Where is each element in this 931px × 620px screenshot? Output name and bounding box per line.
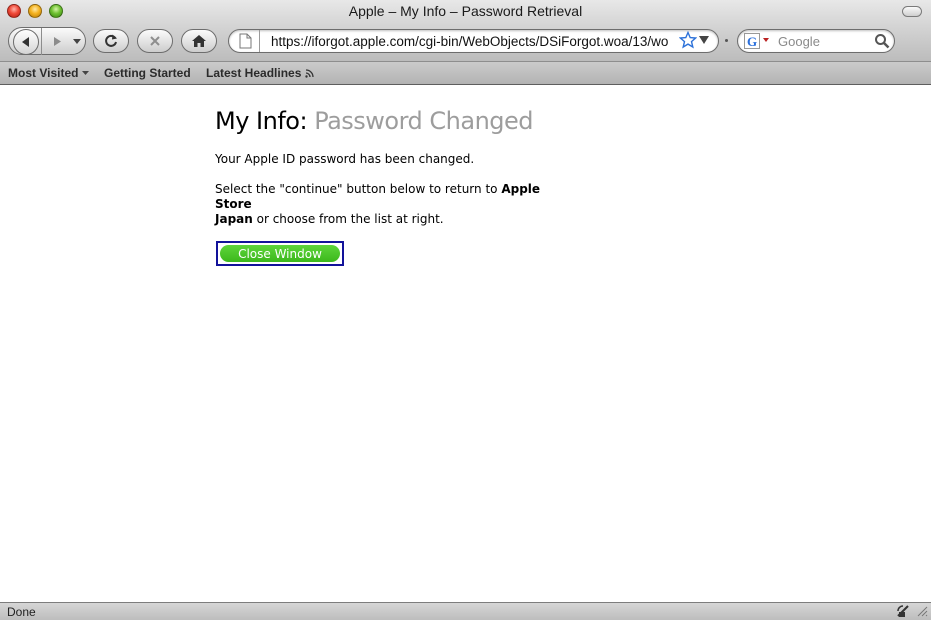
status-bar: Done xyxy=(0,602,931,620)
close-window-button[interactable]: Close Window xyxy=(220,245,340,262)
resize-grip-icon[interactable] xyxy=(917,606,928,617)
bookmarks-toolbar: Most Visited Getting Started Latest Head… xyxy=(0,62,931,85)
history-dropdown-button[interactable] xyxy=(69,28,85,55)
search-icon[interactable] xyxy=(874,33,890,49)
bookmark-getting-started[interactable]: Getting Started xyxy=(104,66,191,80)
search-input[interactable] xyxy=(778,32,873,50)
instruction-text-pre: Select the "continue" button below to re… xyxy=(215,182,502,196)
address-bar[interactable]: https://iforgot.apple.com/cgi-bin/WebObj… xyxy=(228,29,719,53)
stop-button[interactable] xyxy=(137,29,173,53)
home-icon xyxy=(192,35,206,47)
url-dropdown-icon[interactable] xyxy=(699,36,709,45)
back-arrow-icon xyxy=(21,36,29,47)
chevron-down-icon xyxy=(73,38,81,44)
navigation-group xyxy=(8,27,86,55)
search-bar[interactable]: G xyxy=(737,29,895,53)
rss-feed-icon xyxy=(305,68,315,78)
confirmation-message: Your Apple ID password has been changed. xyxy=(215,152,475,166)
store-name-line2: Japan xyxy=(215,212,253,226)
chevron-down-icon xyxy=(82,70,90,75)
forward-button[interactable] xyxy=(45,28,69,55)
toolbar-splitter[interactable] xyxy=(725,39,728,42)
status-activity-icon xyxy=(897,605,909,617)
forward-arrow-icon xyxy=(53,37,61,46)
page-icon xyxy=(239,33,252,49)
url-text[interactable]: https://iforgot.apple.com/cgi-bin/WebObj… xyxy=(271,34,681,49)
window-title: Apple – My Info – Password Retrieval xyxy=(348,3,583,19)
bookmark-label: Latest Headlines xyxy=(206,66,302,80)
page-title-sub: Password Changed xyxy=(314,107,534,135)
bookmark-latest-headlines[interactable]: Latest Headlines xyxy=(206,66,315,80)
bookmark-label: Most Visited xyxy=(8,66,79,80)
instruction-text-post: or choose from the list at right. xyxy=(252,212,444,226)
status-text: Done xyxy=(7,605,36,619)
title-toolbar: Apple – My Info – Password Retrieval htt… xyxy=(0,0,931,62)
focus-ring: Close Window xyxy=(216,241,344,266)
stop-x-icon xyxy=(150,36,160,46)
bookmark-label: Getting Started xyxy=(104,66,191,80)
page-content: My Info: Password Changed Your Apple ID … xyxy=(0,86,931,602)
google-engine-icon[interactable]: G xyxy=(744,33,760,49)
browser-window: Apple – My Info – Password Retrieval htt… xyxy=(0,0,931,620)
page-title-lead: My Info: xyxy=(215,107,308,135)
reload-button[interactable] xyxy=(93,29,129,53)
bookmark-star-icon[interactable] xyxy=(679,31,697,49)
back-button[interactable] xyxy=(10,28,42,55)
home-button[interactable] xyxy=(181,29,217,53)
bookmark-most-visited[interactable]: Most Visited xyxy=(8,66,90,80)
instruction-message: Select the "continue" button below to re… xyxy=(215,182,575,227)
page-title: My Info: Password Changed xyxy=(215,107,534,135)
engine-dropdown-icon[interactable] xyxy=(763,38,769,43)
toolbar-toggle-button[interactable] xyxy=(902,6,922,17)
url-divider xyxy=(259,30,260,52)
reload-icon xyxy=(105,34,117,47)
